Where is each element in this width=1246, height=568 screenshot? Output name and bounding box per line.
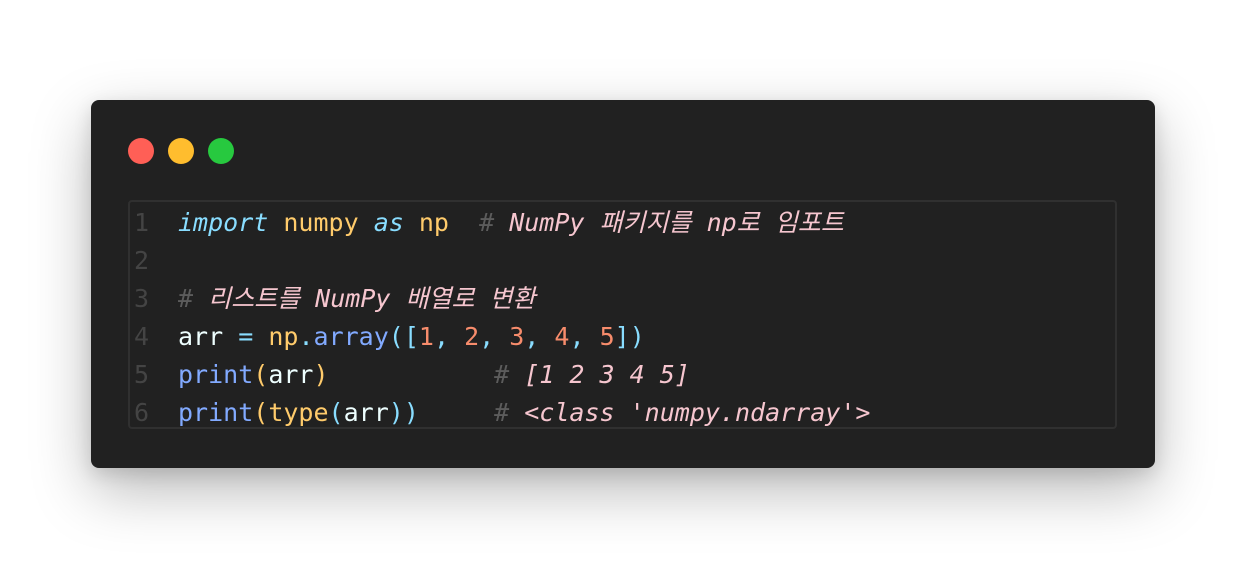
code-token: arr (178, 322, 224, 351)
maximize-dot-icon[interactable] (208, 138, 234, 164)
code-token: array (313, 322, 389, 351)
code-token: 4 (554, 322, 570, 351)
code-token: 3 (509, 322, 525, 351)
code-token: <class 'numpy.ndarray'> (509, 398, 871, 427)
code-text: import numpy as np # NumPy 패키지를 np로 임포트 (178, 204, 844, 242)
code-window: 1 import numpy as np # NumPy 패키지를 np로 임포트… (91, 100, 1155, 468)
code-token: # (178, 284, 194, 313)
code-line: 5 print(arr) # [1 2 3 4 5] (130, 356, 1115, 394)
line-number: 4 (134, 322, 150, 351)
code-token: )) (388, 398, 419, 427)
code-token: import (178, 208, 269, 237)
line-number: 5 (134, 360, 150, 389)
code-token: arr (268, 360, 314, 389)
code-line: 3 # 리스트를 NumPy 배열로 변환 (130, 280, 1115, 318)
code-token: type (268, 398, 329, 427)
code-line: 6 print(type(arr)) # <class 'numpy.ndarra… (130, 394, 1115, 432)
code-token: print (178, 360, 254, 389)
line-number: 2 (134, 246, 150, 275)
code-token: ) (313, 360, 329, 389)
code-token: , (569, 322, 600, 351)
code-token: . (298, 322, 314, 351)
code-token: 리스트를 NumPy 배열로 변환 (193, 284, 536, 313)
code-text: # 리스트를 NumPy 배열로 변환 (178, 280, 536, 318)
code-editor[interactable]: 1 import numpy as np # NumPy 패키지를 np로 임포트… (128, 200, 1117, 429)
minimize-dot-icon[interactable] (168, 138, 194, 164)
line-number: 6 (134, 398, 150, 427)
code-token: 2 (464, 322, 480, 351)
code-line: 4 arr = np.array([1, 2, 3, 4, 5]) (130, 318, 1115, 356)
code-token: # (479, 208, 495, 237)
code-token: as (373, 208, 404, 237)
code-token: np (268, 322, 299, 351)
code-text: arr = np.array([1, 2, 3, 4, 5]) (178, 318, 645, 356)
code-token: ]) (614, 322, 645, 351)
code-token: = (238, 322, 254, 351)
code-token: ( (253, 360, 269, 389)
code-token: np (418, 208, 449, 237)
code-token: ( (253, 398, 269, 427)
code-token: , (479, 322, 510, 351)
code-token: ([ (388, 322, 419, 351)
code-line: 2 (130, 242, 1115, 280)
line-number: 3 (134, 284, 150, 313)
code-token: ( (328, 398, 344, 427)
code-token: # (494, 360, 510, 389)
code-token: numpy (283, 208, 359, 237)
close-dot-icon[interactable] (128, 138, 154, 164)
code-token: 1 (418, 322, 434, 351)
code-text: print(type(arr)) # <class 'numpy.ndarray… (178, 394, 870, 432)
code-token: # (494, 398, 510, 427)
code-token: [1 2 3 4 5] (509, 360, 690, 389)
code-token: 5 (599, 322, 615, 351)
code-token: arr (343, 398, 389, 427)
code-token: , (524, 322, 555, 351)
code-token: , (433, 322, 465, 351)
code-text: print(arr) # [1 2 3 4 5] (178, 356, 690, 394)
line-number: 1 (134, 208, 150, 237)
window-controls (128, 138, 234, 164)
code-token: NumPy 패키지를 np로 임포트 (494, 208, 844, 237)
code-token: print (178, 398, 254, 427)
code-line: 1 import numpy as np # NumPy 패키지를 np로 임포트 (130, 204, 1115, 242)
